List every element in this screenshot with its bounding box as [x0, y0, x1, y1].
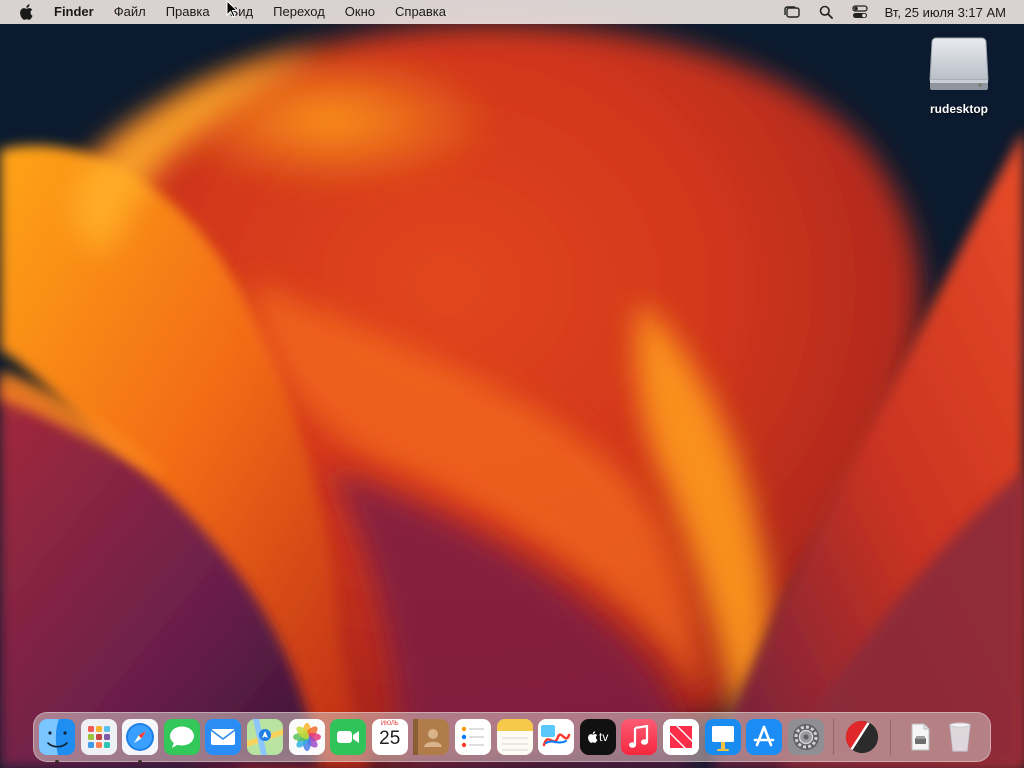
dock-messages[interactable] — [163, 719, 200, 755]
dock-contacts[interactable] — [413, 719, 450, 755]
dock-downloads[interactable] — [901, 719, 937, 755]
apple-tv-label: tv — [599, 730, 609, 744]
apple-menu-icon[interactable] — [18, 4, 34, 20]
downloads-stack-icon — [911, 723, 930, 751]
menu-window[interactable]: Окно — [335, 0, 385, 24]
dock-keynote[interactable] — [704, 719, 741, 755]
facetime-icon — [330, 719, 367, 755]
menu-app-finder[interactable]: Finder — [46, 0, 104, 24]
dock-maps[interactable] — [246, 719, 283, 755]
dock-mail[interactable] — [205, 719, 242, 755]
dock-apple-tv[interactable]: tv — [579, 719, 616, 755]
messages-icon — [163, 719, 200, 755]
dock-app-store[interactable] — [746, 719, 783, 755]
dock-separator — [833, 719, 835, 755]
dock-notes[interactable] — [496, 719, 533, 755]
menu-help[interactable]: Справка — [385, 0, 456, 24]
menu-go[interactable]: Переход — [263, 0, 335, 24]
launchpad-icon — [80, 719, 117, 755]
dock: ИЮЛЬ 25 tv — [33, 712, 991, 764]
rudesktop-app-icon — [846, 720, 879, 754]
disk-label: rudesktop — [929, 102, 988, 116]
safari-icon — [122, 719, 159, 755]
desktop-disk[interactable]: rudesktop — [918, 34, 1000, 116]
search-icon[interactable] — [815, 0, 837, 24]
notes-icon — [496, 719, 533, 755]
apple-tv-logo-icon — [588, 731, 598, 743]
dock-finder[interactable] — [39, 719, 75, 764]
dock-separator — [889, 719, 891, 755]
hard-drive-icon — [929, 37, 989, 90]
menu-file[interactable]: Файл — [104, 0, 156, 24]
contacts-icon — [413, 719, 450, 755]
control-center-icon[interactable] — [849, 0, 871, 24]
dock-facetime[interactable] — [330, 719, 367, 755]
reminders-icon — [454, 719, 491, 755]
dock-launchpad[interactable] — [80, 719, 117, 755]
running-indicator — [55, 760, 59, 764]
trash-icon — [949, 722, 972, 752]
dock-freeform[interactable] — [538, 719, 575, 755]
wallpaper — [0, 0, 1024, 768]
mail-icon — [205, 719, 242, 755]
system-settings-icon — [787, 719, 824, 755]
dock-reminders[interactable] — [454, 719, 491, 755]
dock-system-settings[interactable] — [787, 719, 824, 755]
mouse-pointer-icon — [226, 0, 238, 18]
maps-icon — [246, 719, 283, 755]
freeform-icon — [538, 719, 575, 755]
dock-music[interactable] — [621, 719, 658, 755]
dock-trash[interactable] — [942, 719, 978, 755]
calendar-month: ИЮЛЬ — [380, 721, 399, 727]
dock-calendar[interactable]: ИЮЛЬ 25 — [371, 719, 408, 755]
photos-icon — [288, 719, 325, 755]
finder-icon — [39, 719, 75, 755]
app-store-icon — [746, 719, 783, 755]
dock-photos[interactable] — [288, 719, 325, 755]
menu-bar-clock[interactable]: Вт, 25 июля 3:17 AM — [885, 5, 1006, 20]
menu-bar: Finder Файл Правка Вид Переход Окно Спра… — [0, 0, 1024, 24]
desktop: Finder Файл Правка Вид Переход Окно Спра… — [0, 0, 1024, 768]
stage-manager-icon[interactable] — [781, 0, 803, 24]
dock-pinned-app[interactable] — [844, 719, 880, 755]
dock-news[interactable] — [662, 719, 699, 755]
calendar-day: 25 — [379, 728, 401, 749]
keynote-icon — [704, 719, 741, 755]
music-icon — [621, 719, 658, 755]
menu-edit[interactable]: Правка — [156, 0, 220, 24]
news-icon — [662, 719, 699, 755]
dock-safari[interactable] — [122, 719, 159, 764]
